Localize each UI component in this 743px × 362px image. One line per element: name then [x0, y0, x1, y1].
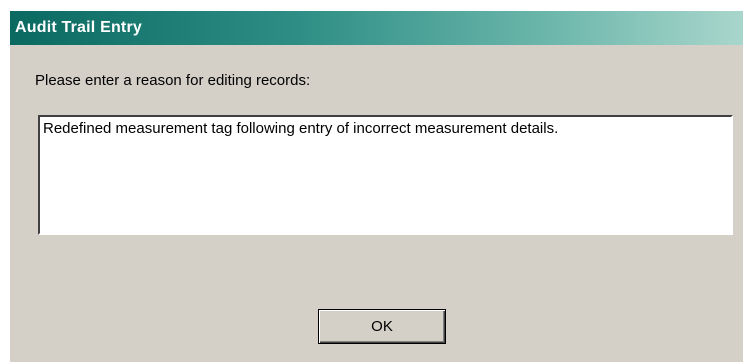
title-bar[interactable]: Audit Trail Entry: [10, 11, 743, 45]
ok-button[interactable]: OK: [318, 309, 446, 344]
audit-trail-dialog: Audit Trail Entry Please enter a reason …: [9, 10, 743, 362]
reason-textarea[interactable]: Redefined measurement tag following entr…: [38, 115, 733, 235]
dialog-title: Audit Trail Entry: [15, 19, 142, 36]
reason-prompt-label: Please enter a reason for editing record…: [35, 72, 311, 89]
